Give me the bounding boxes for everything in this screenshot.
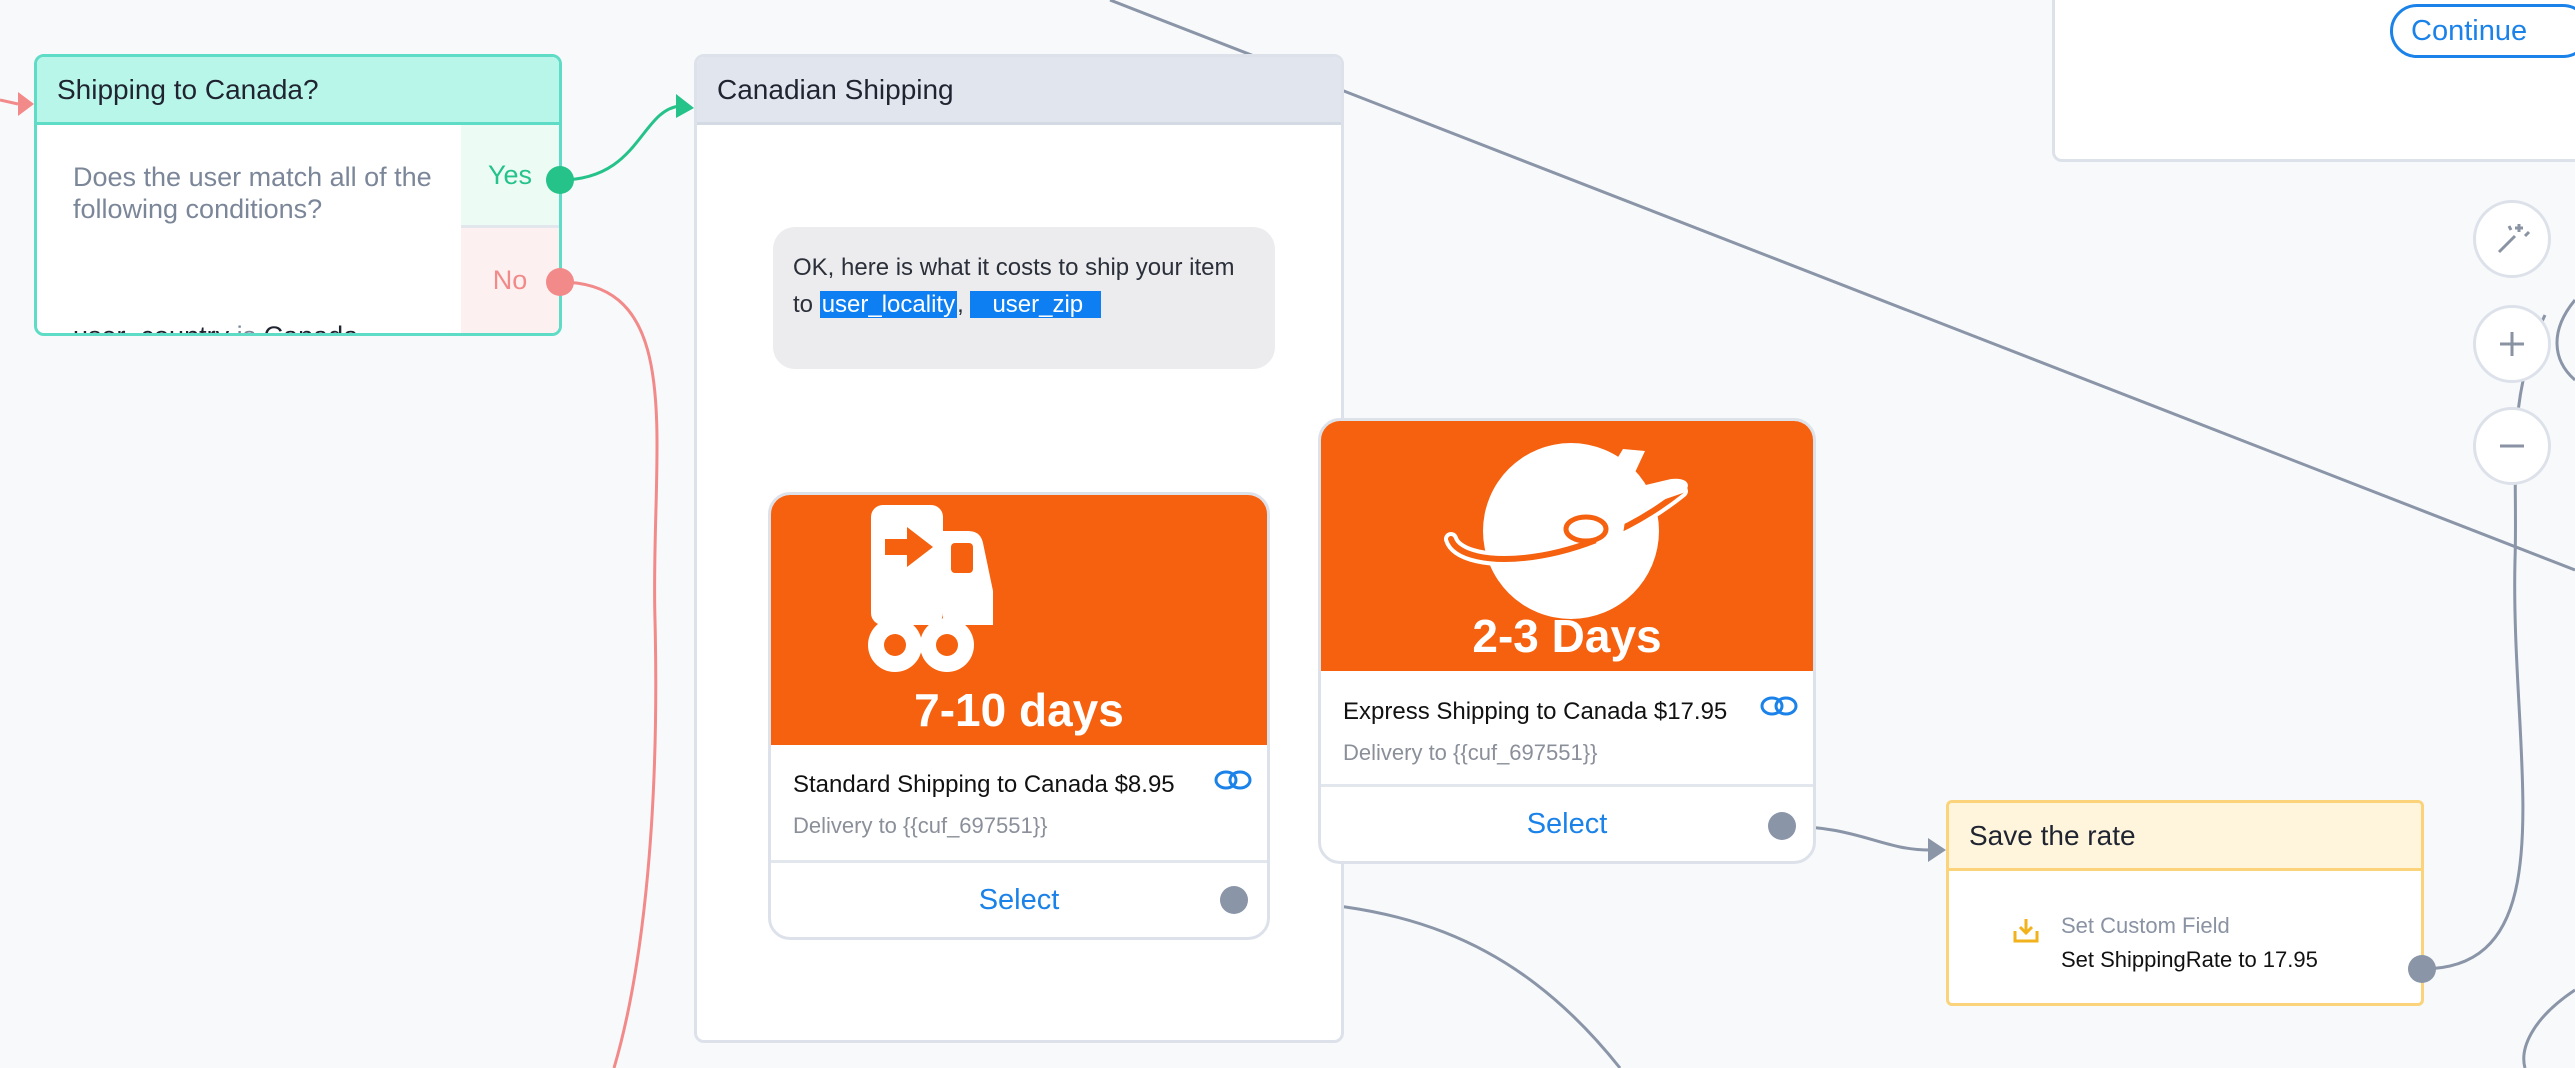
continue-button[interactable]: Continue: [2390, 4, 2575, 58]
connector-right-edge: [2555, 299, 2575, 382]
condition-rule: user_country is Canada: [73, 321, 359, 336]
download-icon: [2013, 919, 2039, 943]
select-button-standard[interactable]: Select: [771, 860, 1267, 937]
action-node[interactable]: Save the rate Set Custom Field Set Shipp…: [1946, 800, 2424, 1006]
action-type: Set Custom Field: [2061, 913, 2230, 938]
card-title: Standard Shipping to Canada $8.95: [793, 771, 1175, 798]
zoom-in-button[interactable]: [2473, 305, 2551, 383]
connector-incoming: [0, 98, 19, 106]
connector-yes: [559, 104, 681, 182]
card-image-caption: 7-10 days: [914, 684, 1124, 736]
condition-node[interactable]: Shipping to Canada? Does the user match …: [34, 54, 562, 336]
variable-chip-zip: user_zip: [970, 291, 1102, 318]
rule-field: user_country: [73, 321, 230, 336]
card-image-caption: 2-3 Days: [1472, 610, 1662, 662]
select-button-express[interactable]: Select: [1321, 784, 1813, 861]
branch-yes[interactable]: Yes: [461, 125, 559, 228]
magic-wand-icon: [2497, 224, 2531, 254]
connector-no: [559, 280, 659, 1068]
connector-incoming-arrow: [18, 92, 34, 116]
link-icon[interactable]: [1213, 767, 1253, 793]
link-icon[interactable]: [1759, 693, 1799, 719]
action-node-title: Save the rate: [1949, 803, 2421, 871]
rule-value: Canada: [263, 321, 359, 336]
connector-express-arrow: [1928, 838, 1946, 862]
card-title: Express Shipping to Canada $17.95: [1343, 698, 1728, 725]
connector-bottom-right: [2522, 988, 2575, 1068]
magic-wand-button[interactable]: [2473, 200, 2551, 278]
variable-chip-locality: user_locality: [819, 291, 958, 318]
condition-node-title: Shipping to Canada?: [37, 57, 559, 125]
gallery-card-express[interactable]: 2-3 Days Express Shipping to Canada $17.…: [1318, 418, 1816, 864]
condition-question: Does the user match all of the following…: [73, 162, 432, 224]
message-separator: ,: [957, 291, 964, 318]
plus-icon: [2500, 332, 2524, 356]
rule-operator: is: [236, 321, 257, 336]
zoom-out-button[interactable]: [2473, 407, 2551, 485]
card-subtitle: Delivery to {{cuf_697551}}: [793, 813, 1048, 838]
branch-no[interactable]: No: [461, 228, 559, 333]
card-image-standard: 7-10 days: [771, 495, 1267, 745]
condition-body: Does the user match all of the following…: [37, 125, 464, 333]
action-detail: Set ShippingRate to 17.95: [2061, 947, 2318, 972]
gallery-card-standard[interactable]: 7-10 days Standard Shipping to Canada $8…: [768, 492, 1270, 940]
text-message-bubble[interactable]: OK, here is what it costs to ship your i…: [773, 227, 1275, 369]
minus-icon: [2500, 444, 2524, 448]
connector-yes-arrow: [676, 94, 694, 118]
card-image-express: 2-3 Days: [1321, 421, 1813, 671]
message-node-title: Canadian Shipping: [697, 57, 1341, 125]
card-subtitle: Delivery to {{cuf_697551}}: [1343, 740, 1598, 765]
